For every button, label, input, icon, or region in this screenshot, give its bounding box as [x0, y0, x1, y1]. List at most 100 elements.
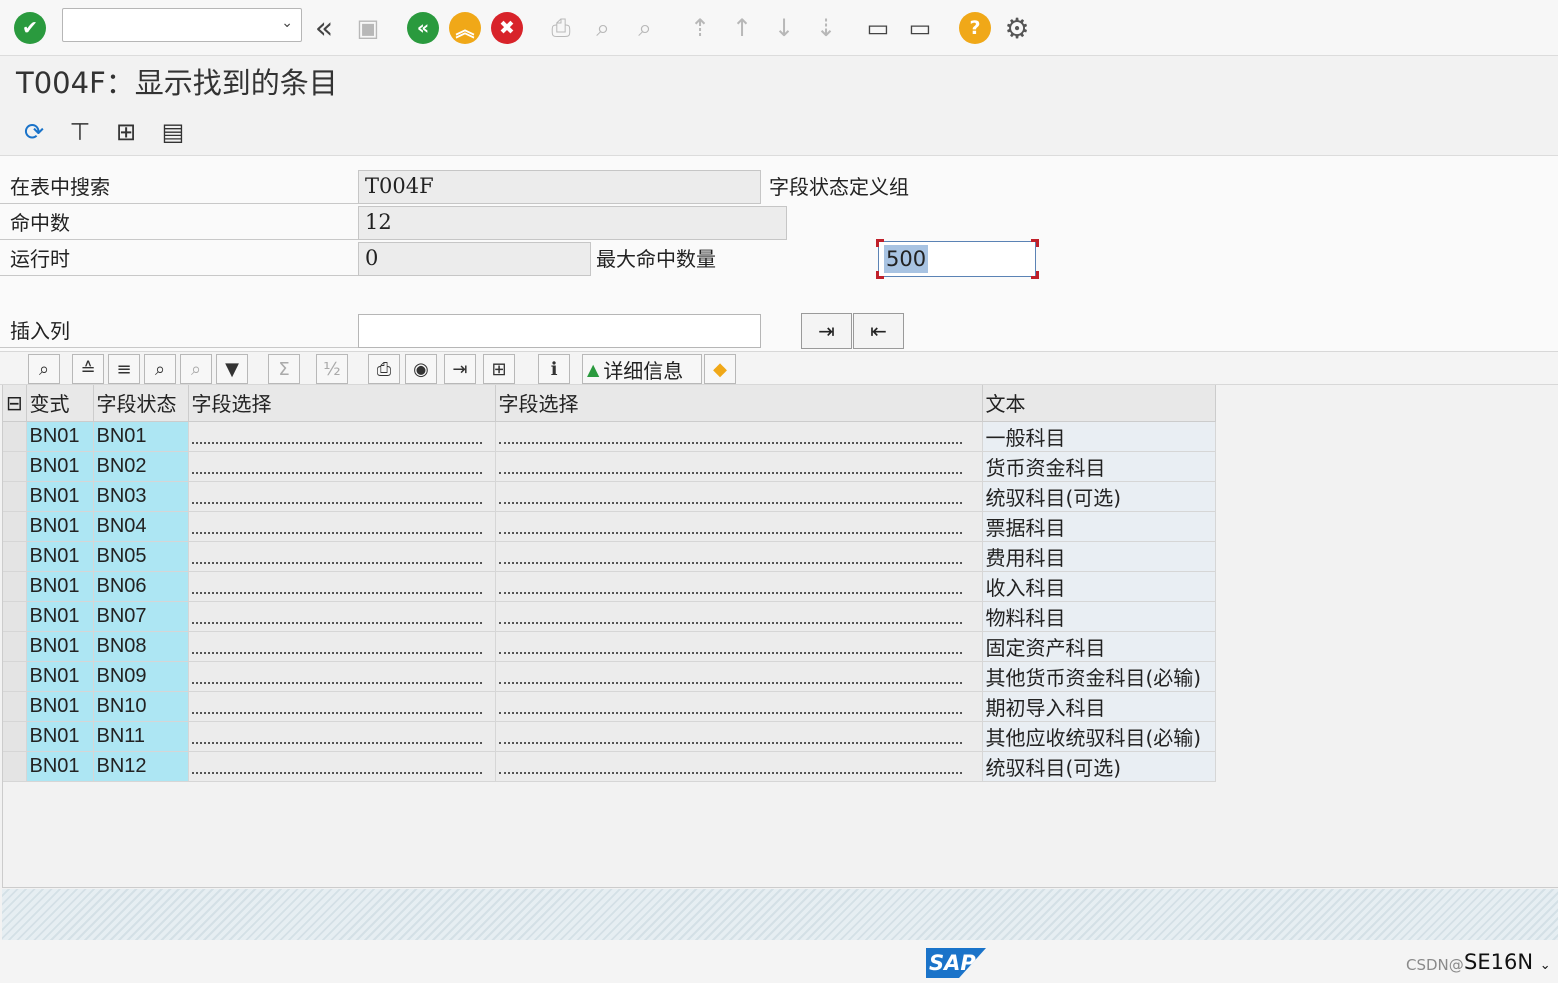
variant-cell: BN01	[26, 481, 94, 512]
search-table-field: T004F	[358, 170, 761, 204]
command-field[interactable]: ⌄	[62, 8, 302, 42]
field-selection-cell	[495, 661, 983, 692]
variant-cell: BN01	[26, 721, 94, 752]
field-selection-cell	[188, 601, 496, 632]
table-row[interactable]: BN01 BN09 其他货币资金科目(必输)	[3, 661, 1216, 692]
tech-settings-icon[interactable]: ⊤	[62, 114, 98, 150]
find-icon[interactable]: ⌕	[585, 10, 621, 46]
views-icon[interactable]: ◉	[405, 354, 437, 384]
collapse-icon[interactable]: «	[306, 10, 342, 46]
insert-column-input[interactable]	[358, 314, 761, 348]
chevron-down-icon[interactable]: ⌄	[281, 15, 293, 31]
status-cell: BN01	[93, 421, 189, 452]
exit-icon[interactable]: ︽	[447, 10, 483, 46]
column-header[interactable]: 字段选择	[495, 385, 983, 422]
focus-corner	[876, 239, 884, 247]
field-selection-cell	[188, 511, 496, 542]
insert-column-button[interactable]: ⇥	[801, 313, 852, 349]
help-icon[interactable]: ?	[957, 10, 993, 46]
check-icon[interactable]: ✔	[12, 10, 48, 46]
table-row[interactable]: BN01 BN12 统驭科目(可选)	[3, 751, 1216, 782]
layout-icon[interactable]: ⊞	[108, 114, 144, 150]
row-selector[interactable]	[3, 751, 27, 782]
table-row[interactable]: BN01 BN01 一般科目	[3, 421, 1216, 452]
sum-icon[interactable]: Σ	[268, 354, 300, 384]
first-page-icon[interactable]: ⇡	[682, 10, 718, 46]
hits-field: 12	[358, 206, 787, 240]
field-selection-cell	[495, 451, 983, 482]
remove-column-button[interactable]: ⇤	[853, 313, 904, 349]
layout-icon[interactable]: ⊞	[483, 354, 515, 384]
export-icon[interactable]: ⇥	[444, 354, 476, 384]
chevron-down-icon[interactable]: ⌄	[1540, 958, 1551, 973]
text-cell: 统驭科目(可选)	[982, 481, 1216, 512]
find-next-icon[interactable]: ⌕	[627, 10, 663, 46]
insert-column-label: 插入列	[0, 315, 358, 348]
row-selector[interactable]	[3, 601, 27, 632]
details-view-icon[interactable]: ⌕	[28, 354, 60, 384]
table-row[interactable]: BN01 BN04 票据科目	[3, 511, 1216, 542]
print-icon[interactable]: ⎙	[543, 10, 579, 46]
transaction-code[interactable]: SE16N ⌄	[1464, 950, 1551, 974]
save-icon[interactable]: ▣	[350, 10, 386, 46]
abc-analysis-icon[interactable]: ◆	[704, 354, 736, 384]
select-all-icon[interactable]: ⊟	[3, 385, 27, 422]
cancel-icon[interactable]: ✖	[489, 10, 525, 46]
print-icon[interactable]: ⎙	[368, 354, 400, 384]
status-cell: BN07	[93, 601, 189, 632]
runtime-label: 运行时	[0, 243, 358, 276]
last-page-icon[interactable]: ⇣	[808, 10, 844, 46]
table-row[interactable]: BN01 BN05 费用科目	[3, 541, 1216, 572]
field-selection-cell	[188, 691, 496, 722]
info-icon[interactable]: ℹ	[538, 354, 570, 384]
row-selector[interactable]	[3, 661, 27, 692]
new-session-icon[interactable]: ▭	[860, 10, 896, 46]
field-selection-cell	[188, 571, 496, 602]
row-selector[interactable]	[3, 421, 27, 452]
previous-page-icon[interactable]: ↑	[724, 10, 760, 46]
variant-cell: BN01	[26, 571, 94, 602]
sort-descending-icon[interactable]: ≡	[108, 354, 140, 384]
back-icon[interactable]: «	[405, 10, 441, 46]
find-icon[interactable]: ⌕	[144, 354, 176, 384]
field-selection-cell	[495, 571, 983, 602]
row-selector[interactable]	[3, 481, 27, 512]
row-selector[interactable]	[3, 721, 27, 752]
table-row[interactable]: BN01 BN10 期初导入科目	[3, 691, 1216, 722]
table-row[interactable]: BN01 BN07 物料科目	[3, 601, 1216, 632]
details-button[interactable]: ▲ 详细信息	[582, 354, 702, 384]
row-selector[interactable]	[3, 451, 27, 482]
subtotal-icon[interactable]: ½	[316, 354, 348, 384]
table-row[interactable]: BN01 BN02 货币资金科目	[3, 451, 1216, 482]
settings-icon[interactable]: ⚙	[999, 10, 1035, 46]
text-cell: 固定资产科目	[982, 631, 1216, 662]
table-row[interactable]: BN01 BN08 固定资产科目	[3, 631, 1216, 662]
find-next-icon[interactable]: ⌕	[180, 354, 212, 384]
table-row[interactable]: BN01 BN03 统驭科目(可选)	[3, 481, 1216, 512]
next-page-icon[interactable]: ↓	[766, 10, 802, 46]
row-selector[interactable]	[3, 571, 27, 602]
status-cell: BN04	[93, 511, 189, 542]
table-row[interactable]: BN01 BN11 其他应收统驭科目(必输)	[3, 721, 1216, 752]
variant-cell: BN01	[26, 751, 94, 782]
max-hits-input[interactable]: 500	[878, 241, 1036, 277]
row-selector[interactable]	[3, 541, 27, 572]
column-header[interactable]: 字段选择	[188, 385, 496, 422]
table-row[interactable]: BN01 BN06 收入科目	[3, 571, 1216, 602]
row-selector[interactable]	[3, 511, 27, 542]
text-cell: 其他应收统驭科目(必输)	[982, 721, 1216, 752]
column-header[interactable]: 字段状态	[93, 385, 189, 422]
variant-cell: BN01	[26, 421, 94, 452]
filter-icon[interactable]: ▼	[216, 354, 248, 384]
column-header[interactable]: 文本	[982, 385, 1216, 422]
list-icon[interactable]: ▤	[155, 114, 191, 150]
shortcut-icon[interactable]: ▭	[902, 10, 938, 46]
refresh-icon[interactable]: ⟳	[16, 114, 52, 150]
column-header[interactable]: 变式	[26, 385, 94, 422]
field-selection-cell	[495, 751, 983, 782]
row-selector[interactable]	[3, 631, 27, 662]
field-selection-cell	[188, 451, 496, 482]
row-selector[interactable]	[3, 691, 27, 722]
sort-ascending-icon[interactable]: ≙	[72, 354, 104, 384]
status-cell: BN09	[93, 661, 189, 692]
